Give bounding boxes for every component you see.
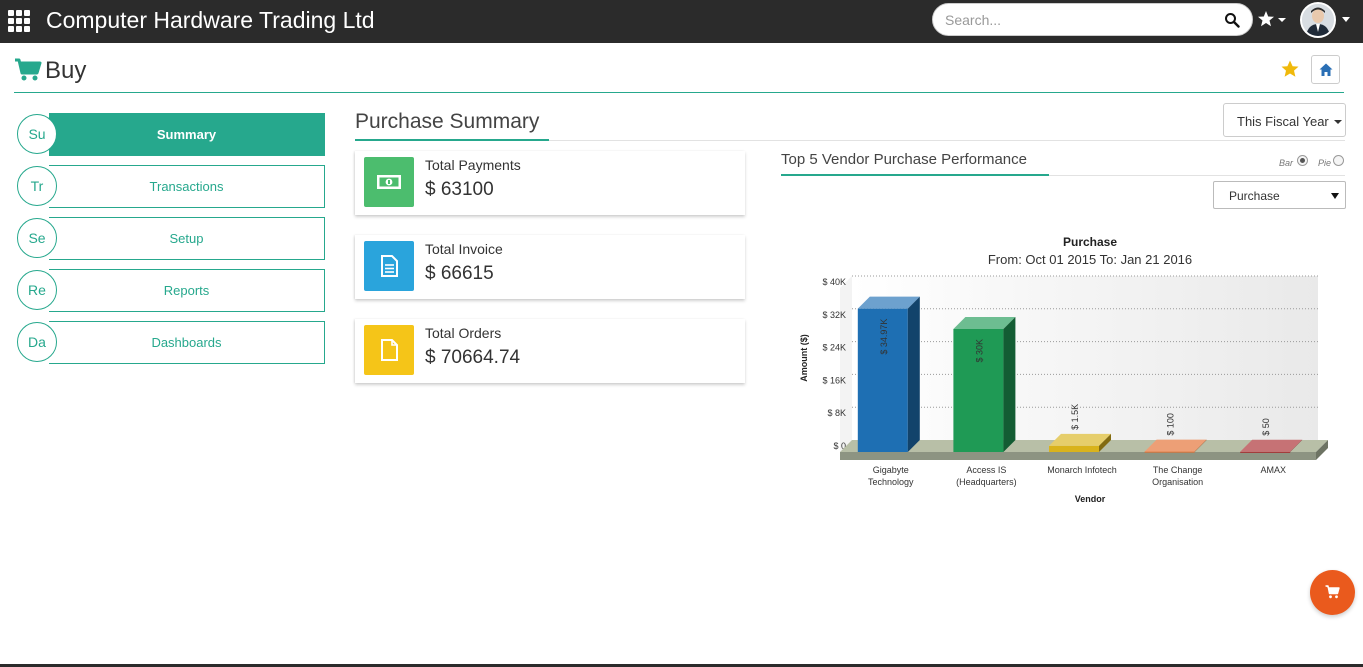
cart-icon (15, 58, 42, 81)
money-icon (364, 157, 414, 207)
cart-fab-button[interactable] (1310, 570, 1355, 615)
dropdown-arrow-icon (1331, 193, 1339, 199)
user-menu-caret-icon[interactable] (1342, 17, 1350, 22)
metric-select[interactable]: Purchase (1213, 181, 1346, 209)
chart-floor-front (840, 452, 1316, 460)
chart-x-tick-label: The Change (1153, 465, 1203, 475)
user-avatar[interactable] (1300, 2, 1336, 38)
stat-label: Total Orders (425, 325, 502, 341)
sidebar-item-transactions[interactable]: Transactions Tr (16, 165, 326, 209)
favorites-menu[interactable] (1258, 10, 1288, 30)
chart-x-tick-label: Monarch Infotech (1047, 465, 1117, 475)
section-title-underline (355, 139, 549, 141)
chart-bar (1144, 451, 1195, 453)
sidebar-item-badge: Su (17, 114, 57, 154)
period-dropdown-label: This Fiscal Year (1237, 114, 1329, 129)
stat-label: Total Payments (425, 157, 521, 173)
chart-subtitle: From: Oct 01 2015 To: Jan 21 2016 (988, 252, 1192, 267)
chart-bar-side (907, 296, 920, 452)
home-icon (1319, 63, 1333, 76)
sidebar-item-badge: Re (17, 270, 57, 310)
chart-data-label: $ 30K (974, 339, 984, 363)
chart-side-wall (840, 276, 852, 452)
sidebar-item-badge: Tr (17, 166, 57, 206)
chart-x-tick-label: Technology (868, 477, 914, 487)
app-title: Computer Hardware Trading Ltd (46, 7, 375, 33)
stat-card-orders: Total Orders $ 70664.74 (355, 319, 745, 383)
sidebar-item-label: Transactions (149, 179, 224, 194)
star-icon (1258, 11, 1286, 27)
page-title: Buy (45, 57, 87, 84)
metric-select-value: Purchase (1229, 189, 1280, 203)
bar-toggle-label: Bar (1279, 158, 1294, 168)
chart-y-tick-label: $ 16K (822, 375, 846, 385)
chevron-down-icon (1334, 120, 1342, 124)
stat-value: $ 70664.74 (425, 347, 521, 368)
period-dropdown[interactable]: This Fiscal Year (1223, 103, 1346, 137)
cart-icon (1325, 585, 1340, 599)
chart-y-tick-label: $ 32K (822, 310, 846, 320)
chart-y-tick-label: $ 40K (822, 277, 846, 287)
chart-y-tick-label: $ 24K (822, 343, 846, 353)
pie-toggle-radio[interactable] (1333, 155, 1344, 166)
chart-plot-background (852, 276, 1318, 440)
sidebar-item-summary[interactable]: Summary Su (16, 113, 326, 157)
chart-x-axis-label: Vendor (1075, 494, 1106, 504)
chart-x-tick-label: AMAX (1260, 465, 1286, 475)
home-button[interactable] (1311, 55, 1340, 84)
pie-toggle-label: Pie (1318, 158, 1332, 168)
chart-x-tick-label: Access IS (966, 465, 1006, 475)
apps-grid-icon[interactable] (8, 10, 32, 32)
sidebar-item-badge: Da (17, 322, 57, 362)
chart-data-label: $ 1.5K (1070, 404, 1080, 430)
search-box[interactable] (932, 3, 1253, 36)
stat-card-invoice: Total Invoice $ 66615 (355, 235, 745, 299)
search-icon[interactable] (1224, 12, 1240, 28)
chart-data-label: $ 50 (1261, 418, 1271, 436)
stat-card-payments: Total Payments $ 63100 (355, 151, 745, 215)
chart-x-tick-label: (Headquarters) (956, 477, 1017, 487)
stat-value: $ 63100 (425, 179, 494, 200)
bar-toggle-radio[interactable] (1297, 155, 1308, 166)
sidebar-item-badge: Se (17, 218, 57, 258)
stat-label: Total Invoice (425, 241, 503, 257)
sidebar-item-label: Dashboards (151, 335, 222, 350)
sidebar-item-label: Reports (163, 283, 210, 298)
chart-x-tick-label: Organisation (1152, 477, 1203, 487)
top-navbar: Computer Hardware Trading Ltd (0, 0, 1363, 43)
sidebar-item-reports[interactable]: Reports Re (16, 269, 326, 313)
stat-value: $ 66615 (425, 263, 494, 284)
avatar-image (1302, 4, 1334, 36)
chart-title: Purchase (1063, 235, 1117, 249)
section-title: Purchase Summary (355, 110, 540, 133)
header-divider (14, 92, 1344, 93)
chart-bar (1049, 445, 1099, 452)
chart-y-tick-label: $ 8K (827, 408, 846, 418)
chart-data-label: $ 34.97K (879, 319, 889, 355)
chart-bar (1240, 451, 1291, 453)
chart-panel-title: Top 5 Vendor Purchase Performance (781, 151, 1027, 168)
chart-data-label: $ 100 (1166, 413, 1176, 436)
order-icon (364, 325, 414, 375)
chart-bar-side (1003, 317, 1016, 452)
sidebar-item-label: Summary (156, 127, 217, 142)
vendor-bar-chart: Purchase From: Oct 01 2015 To: Jan 21 20… (799, 235, 1328, 504)
sidebar-item-label: Setup (169, 231, 204, 246)
invoice-icon (364, 241, 414, 291)
chart-y-axis-label: Amount ($) (799, 334, 809, 382)
sidebar-item-setup[interactable]: Setup Se (16, 217, 326, 261)
search-input[interactable] (945, 10, 1215, 30)
chart-x-tick-label: Gigabyte (873, 465, 909, 475)
chart-panel-title-underline (781, 174, 1049, 176)
favorite-star-icon[interactable] (1281, 60, 1299, 78)
sidebar-item-dashboards[interactable]: Dashboards Da (16, 321, 326, 365)
